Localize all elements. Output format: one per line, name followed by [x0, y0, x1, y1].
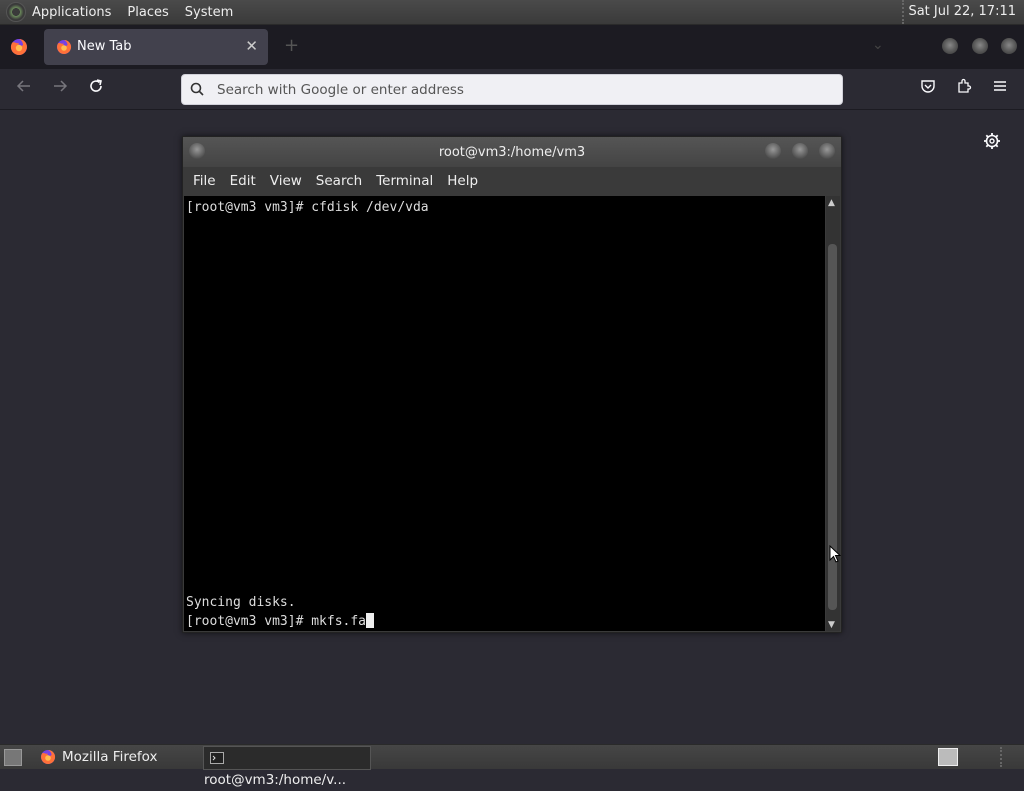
browser-nav-bar	[0, 69, 1024, 110]
extensions-icon[interactable]	[952, 77, 976, 101]
terminal-line: [root@vm3 vm3]# cfdisk /dev/vda	[186, 200, 429, 215]
menu-view[interactable]: View	[270, 173, 302, 189]
terminal-titlebar[interactable]: root@vm3:/home/vm3	[183, 137, 841, 167]
pocket-icon[interactable]	[916, 77, 940, 101]
system-menu[interactable]: System	[185, 5, 233, 20]
forward-arrow-icon[interactable]	[48, 77, 72, 101]
reload-icon[interactable]	[84, 77, 108, 101]
new-tab-button[interactable]: +	[284, 35, 299, 56]
panel-separator	[1000, 747, 1004, 767]
bottom-panel: Mozilla Firefox root@vm3:/home/v...	[0, 744, 1024, 788]
mouse-pointer-icon	[829, 545, 841, 563]
menu-logo-icon[interactable]	[6, 2, 26, 22]
terminal-menubar: File Edit View Search Terminal Help	[183, 167, 841, 195]
top-panel: Applications Places System Sat Jul 22, 1…	[0, 0, 1024, 25]
text-cursor	[366, 613, 375, 628]
task-firefox[interactable]: Mozilla Firefox	[34, 746, 194, 768]
firefox-favicon-icon	[57, 39, 72, 54]
search-icon	[190, 82, 204, 96]
close-window-button[interactable]	[1001, 38, 1017, 54]
terminal-window: root@vm3:/home/vm3 File Edit View Search…	[182, 136, 842, 633]
show-desktop-icon[interactable]	[4, 749, 22, 766]
maximize-window-button[interactable]	[972, 38, 988, 54]
browser-tab-strip: New Tab ✕ + ⌄	[0, 25, 1024, 69]
tab-title: New Tab	[77, 39, 132, 54]
terminal-scrollbar[interactable]: ▲ ▼	[826, 196, 840, 631]
url-input[interactable]	[215, 79, 819, 101]
firefox-task-icon	[41, 749, 56, 764]
scroll-up-icon[interactable]: ▲	[828, 198, 835, 208]
list-all-tabs-icon[interactable]: ⌄	[872, 37, 884, 53]
menu-help[interactable]: Help	[447, 173, 478, 189]
terminal-prompt-line: [root@vm3 vm3]# mkfs.fa	[186, 613, 375, 629]
menu-file[interactable]: File	[193, 173, 216, 189]
terminal-close-button[interactable]	[819, 143, 835, 159]
tab-new-tab[interactable]: New Tab ✕	[44, 29, 268, 65]
terminal-minimize-button[interactable]	[765, 143, 781, 159]
terminal-input-text: [root@vm3 vm3]# mkfs.fa	[186, 614, 367, 629]
menu-terminal[interactable]: Terminal	[376, 173, 433, 189]
minimize-window-button[interactable]	[942, 38, 958, 54]
url-bar[interactable]	[181, 74, 843, 105]
menu-search[interactable]: Search	[316, 173, 362, 189]
menu-edit[interactable]: Edit	[230, 173, 256, 189]
gear-icon[interactable]	[982, 131, 1002, 151]
hamburger-menu-icon[interactable]	[988, 77, 1012, 101]
task-terminal-label: root@vm3:/home/v...	[204, 772, 347, 788]
terminal-title: root@vm3:/home/vm3	[438, 145, 586, 160]
tab-close-icon[interactable]: ✕	[245, 37, 258, 55]
clock[interactable]: Sat Jul 22, 17:11	[902, 0, 1020, 24]
terminal-maximize-button[interactable]	[792, 143, 808, 159]
back-arrow-icon[interactable]	[12, 77, 36, 101]
terminal-screen[interactable]: [root@vm3 vm3]# cfdisk /dev/vda Syncing …	[184, 196, 825, 631]
task-firefox-label: Mozilla Firefox	[62, 749, 158, 765]
terminal-task-icon	[210, 752, 224, 764]
terminal-line: Syncing disks.	[186, 595, 296, 610]
places-menu[interactable]: Places	[127, 5, 168, 20]
task-terminal[interactable]: root@vm3:/home/v...	[203, 746, 371, 788]
applications-menu[interactable]: Applications	[32, 5, 111, 20]
firefox-icon[interactable]	[10, 38, 28, 56]
workspace-switcher[interactable]	[938, 748, 958, 766]
scroll-down-icon[interactable]: ▼	[828, 620, 835, 630]
